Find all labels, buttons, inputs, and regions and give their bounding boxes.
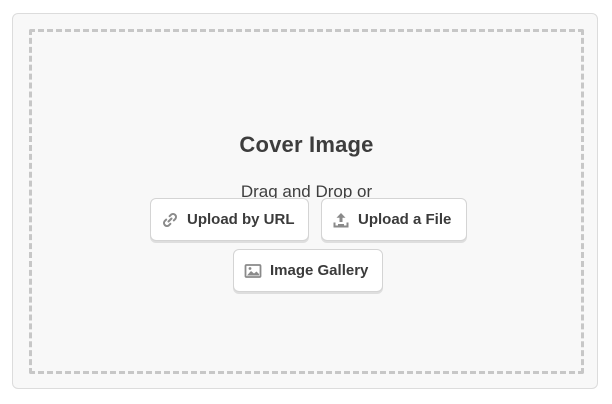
upload-by-url-label: Upload by URL — [187, 211, 295, 228]
upload-icon — [332, 211, 350, 229]
upload-file-label: Upload a File — [358, 211, 452, 228]
dropzone-title: Cover Image — [239, 132, 374, 157]
link-icon — [161, 211, 179, 229]
image-gallery-button[interactable]: Image Gallery — [233, 249, 383, 292]
image-icon — [244, 262, 262, 280]
cover-image-dropzone[interactable]: Cover Image Drag and Drop or Upload by U… — [29, 29, 584, 374]
upload-by-url-button[interactable]: Upload by URL — [150, 198, 309, 241]
image-gallery-label: Image Gallery — [270, 262, 369, 279]
cover-image-card: Cover Image Drag and Drop or Upload by U… — [12, 13, 598, 389]
upload-file-button[interactable]: Upload a File — [321, 198, 467, 241]
